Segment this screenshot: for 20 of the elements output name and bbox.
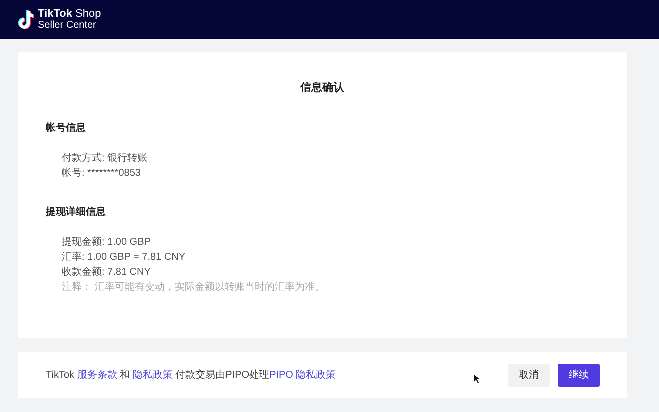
continue-button[interactable]: 继续 bbox=[558, 364, 600, 386]
logo-text: Shop bbox=[76, 8, 102, 20]
detail-text: 帐号: ********0853 bbox=[62, 166, 142, 181]
section-heading: 帐号信息 bbox=[46, 122, 87, 135]
logo-text: TikTok bbox=[38, 8, 72, 20]
dialog-title: 信息确认 bbox=[299, 80, 346, 96]
note-text: 注释： 汇率可能有变动，实际金额以转账当时的汇率为准。 bbox=[62, 280, 326, 295]
terms-link[interactable]: 隐私政策 bbox=[132, 370, 173, 381]
cancel-button[interactable]: 取消 bbox=[508, 364, 550, 386]
mouse-pointer-icon bbox=[473, 373, 481, 385]
logo-subtitle: Seller Center bbox=[38, 20, 98, 30]
terms-text: TikTok 服务条款 和 隐私政策 付款交易由PIPO处理PIPO 隐私政策 bbox=[46, 368, 336, 382]
tiktok-note-icon bbox=[17, 10, 35, 30]
detail-text: 收款金额: 7.81 CNY bbox=[62, 266, 152, 280]
detail-text: 提现金额: 1.00 GBP bbox=[62, 236, 152, 250]
section-heading: 提现详细信息 bbox=[46, 205, 107, 219]
terms-link[interactable]: PIPO 隐私政策 bbox=[270, 370, 336, 381]
terms-link[interactable]: 服务条款 bbox=[77, 370, 118, 381]
detail-text: 汇率: 1.00 GBP = 7.81 CNY bbox=[62, 250, 186, 265]
detail-text: 付款方式: 银行转账 bbox=[62, 152, 149, 166]
